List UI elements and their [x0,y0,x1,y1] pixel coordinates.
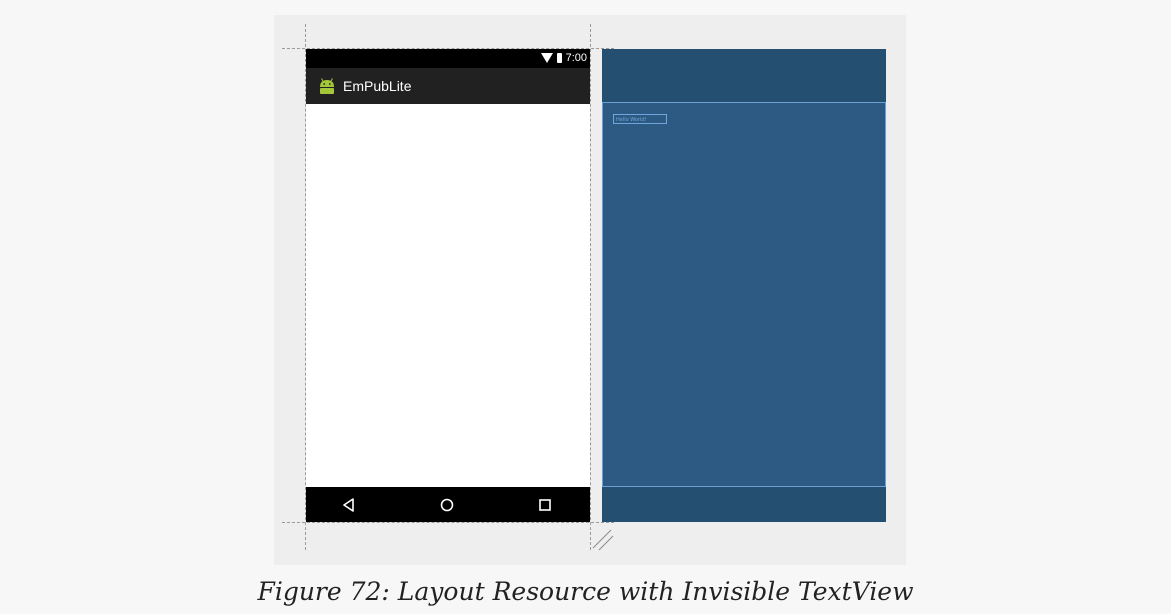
recents-icon[interactable] [535,495,555,515]
resize-handle-icon[interactable] [591,528,615,552]
wifi-icon [540,53,553,63]
navigation-bar [306,487,590,522]
home-icon[interactable] [437,495,457,515]
blueprint-content-outline[interactable]: Hello World! [602,102,886,487]
android-icon [320,78,334,94]
status-time: 7:00 [565,52,587,64]
back-icon[interactable] [339,495,359,515]
blueprint-preview[interactable]: Hello World! [602,49,886,522]
app-bar: EmPubLite [306,68,590,104]
design-preview[interactable]: 7:00 EmPubLite [306,49,590,522]
figure-caption: Figure 72: Layout Resource with Invisibl… [257,577,914,606]
hello-world-textview-outline[interactable]: Hello World! [613,114,667,124]
status-bar: 7:00 [306,49,590,68]
app-title: EmPubLite [343,78,412,94]
guide-line-bottom [282,522,614,523]
guide-line-right [590,24,591,550]
layout-content-area[interactable] [306,104,590,487]
status-icons: 7:00 [540,52,587,64]
battery-icon [556,53,562,63]
